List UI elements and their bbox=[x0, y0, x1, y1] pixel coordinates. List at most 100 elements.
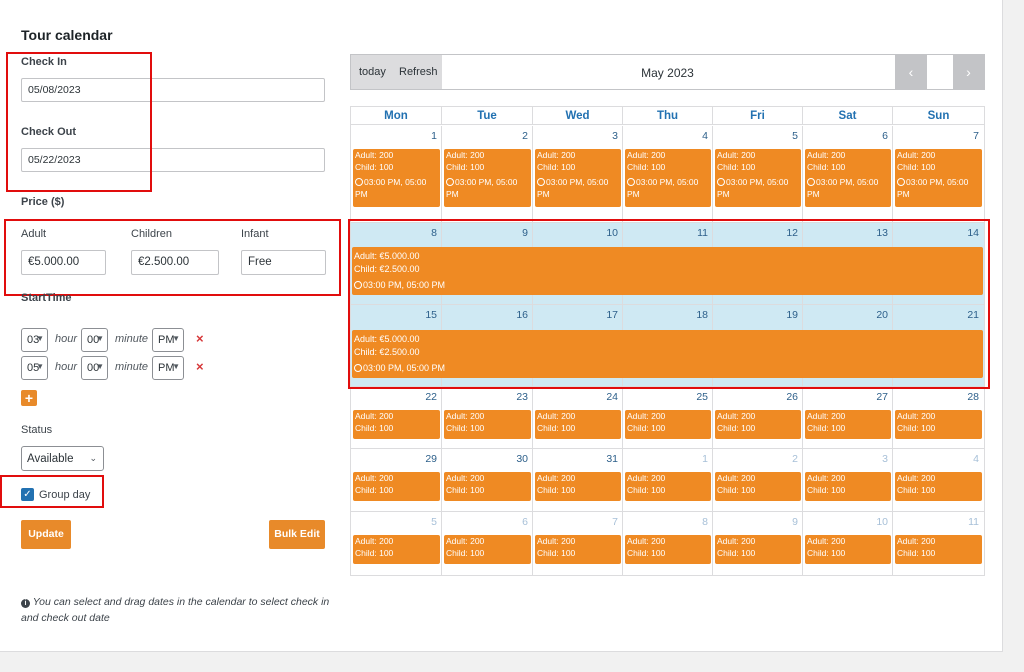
day-number[interactable]: 11 bbox=[623, 227, 708, 239]
check-out-field[interactable]: 05/22/2023 bbox=[21, 148, 325, 172]
children-price-field[interactable]: €2.500.00 bbox=[131, 250, 219, 275]
day-number[interactable]: 27 bbox=[803, 391, 888, 403]
day-number[interactable]: 7 bbox=[533, 516, 618, 528]
day-event[interactable]: Adult: 200 Child: 100 bbox=[895, 535, 982, 564]
day-event[interactable]: Adult: 200 Child: 100 bbox=[715, 535, 801, 564]
day-number[interactable]: 4 bbox=[893, 453, 979, 465]
day-number[interactable]: 7 bbox=[893, 130, 979, 142]
add-time-button[interactable]: + bbox=[21, 390, 37, 406]
day-number[interactable]: 25 bbox=[623, 391, 708, 403]
next-month-button[interactable]: › bbox=[953, 55, 984, 89]
day-number[interactable]: 4 bbox=[623, 130, 708, 142]
day-number[interactable]: 8 bbox=[623, 516, 708, 528]
day-event[interactable]: Adult: 200 Child: 100 03:00 PM, 05:00 PM bbox=[535, 149, 621, 207]
day-number[interactable]: 5 bbox=[351, 516, 437, 528]
day-event[interactable]: Adult: 200 Child: 100 bbox=[353, 535, 440, 564]
day-event[interactable]: Adult: 200 Child: 100 bbox=[895, 472, 982, 501]
event-time: 03:00 PM, 05:00 PM bbox=[807, 176, 891, 200]
day-number[interactable]: 23 bbox=[442, 391, 528, 403]
day-number[interactable]: 6 bbox=[442, 516, 528, 528]
day-event[interactable]: Adult: 200 Child: 100 bbox=[625, 472, 711, 501]
day-number[interactable]: 24 bbox=[533, 391, 618, 403]
check-in-field[interactable]: 05/08/2023 bbox=[21, 78, 325, 102]
day-number[interactable]: 1 bbox=[623, 453, 708, 465]
minute-select-1[interactable]: 00 ▼ bbox=[81, 328, 108, 352]
day-number[interactable]: 20 bbox=[803, 309, 888, 321]
day-number[interactable]: 28 bbox=[893, 391, 979, 403]
ampm-select-1[interactable]: PM ▼ bbox=[152, 328, 184, 352]
bulk-edit-button[interactable]: Bulk Edit bbox=[269, 520, 325, 549]
day-event[interactable]: Adult: 200 Child: 100 03:00 PM, 05:00 PM bbox=[715, 149, 801, 207]
remove-time-icon[interactable]: × bbox=[196, 359, 204, 374]
day-event[interactable]: Adult: 200 Child: 100 bbox=[625, 535, 711, 564]
group-event-bar[interactable]: Adult: €5.000.00 Child: €2.500.00 03:00 PM… bbox=[352, 330, 983, 378]
group-day-checkbox[interactable]: ✓ bbox=[21, 488, 34, 501]
day-number[interactable]: 18 bbox=[623, 309, 708, 321]
infant-price-field[interactable]: Free bbox=[241, 250, 326, 275]
update-button[interactable]: Update bbox=[21, 520, 71, 549]
adult-price-field[interactable]: €5.000.00 bbox=[21, 250, 106, 275]
day-number[interactable]: 9 bbox=[713, 516, 798, 528]
day-number[interactable]: 2 bbox=[713, 453, 798, 465]
day-event[interactable]: Adult: 200 Child: 100 bbox=[715, 472, 801, 501]
day-number[interactable]: 19 bbox=[713, 309, 798, 321]
day-event[interactable]: Adult: 200 Child: 100 bbox=[444, 472, 531, 501]
day-number[interactable]: 6 bbox=[803, 130, 888, 142]
day-number[interactable]: 11 bbox=[893, 516, 979, 528]
hour-select-1[interactable]: 03 ▼ bbox=[21, 328, 48, 352]
day-number[interactable]: 2 bbox=[442, 130, 528, 142]
day-event[interactable]: Adult: 200 Child: 100 bbox=[444, 535, 531, 564]
day-event[interactable]: Adult: 200 Child: 100 03:00 PM, 05:00 PM bbox=[444, 149, 531, 207]
day-number[interactable]: 3 bbox=[533, 130, 618, 142]
remove-time-icon[interactable]: × bbox=[196, 331, 204, 346]
event-child-price: Child: 100 bbox=[807, 423, 846, 433]
day-number[interactable]: 30 bbox=[442, 453, 528, 465]
day-event[interactable]: Adult: 200 Child: 100 bbox=[895, 410, 982, 439]
day-event[interactable]: Adult: 200 Child: 100 03:00 PM, 05:00 PM bbox=[895, 149, 982, 207]
day-number[interactable]: 10 bbox=[533, 227, 618, 239]
day-event[interactable]: Adult: 200 Child: 100 03:00 PM, 05:00 PM bbox=[353, 149, 440, 207]
day-event[interactable]: Adult: 200 Child: 100 bbox=[805, 472, 891, 501]
day-event[interactable]: Adult: 200 Child: 100 bbox=[715, 410, 801, 439]
day-number[interactable]: 3 bbox=[803, 453, 888, 465]
refresh-button[interactable]: Refresh bbox=[399, 66, 438, 78]
day-number[interactable]: 31 bbox=[533, 453, 618, 465]
group-event-bar[interactable]: Adult: €5.000.00 Child: €2.500.00 03:00 PM… bbox=[352, 247, 983, 295]
event-child-price: Child: 100 bbox=[807, 548, 846, 558]
prev-month-button[interactable]: ‹ bbox=[895, 55, 927, 89]
day-number[interactable]: 17 bbox=[533, 309, 618, 321]
day-number[interactable]: 12 bbox=[713, 227, 798, 239]
day-number[interactable]: 13 bbox=[803, 227, 888, 239]
day-number[interactable]: 9 bbox=[442, 227, 528, 239]
day-number[interactable]: 15 bbox=[351, 309, 437, 321]
day-event[interactable]: Adult: 200 Child: 100 bbox=[535, 472, 621, 501]
day-event[interactable]: Adult: 200 Child: 100 03:00 PM, 05:00 PM bbox=[625, 149, 711, 207]
day-number[interactable]: 26 bbox=[713, 391, 798, 403]
day-number[interactable]: 10 bbox=[803, 516, 888, 528]
ampm-select-2[interactable]: PM ▼ bbox=[152, 356, 184, 380]
day-number[interactable]: 29 bbox=[351, 453, 437, 465]
status-select[interactable]: Available ⌄ bbox=[21, 446, 104, 471]
day-number[interactable]: 22 bbox=[351, 391, 437, 403]
day-event[interactable]: Adult: 200 Child: 100 bbox=[805, 535, 891, 564]
today-button[interactable]: today bbox=[359, 66, 386, 78]
day-event[interactable]: Adult: 200 Child: 100 bbox=[625, 410, 711, 439]
day-event[interactable]: Adult: 200 Child: 100 bbox=[805, 410, 891, 439]
day-number[interactable]: 16 bbox=[442, 309, 528, 321]
day-event[interactable]: Adult: 200 Child: 100 bbox=[444, 410, 531, 439]
day-number[interactable]: 5 bbox=[713, 130, 798, 142]
minute-select-2[interactable]: 00 ▼ bbox=[81, 356, 108, 380]
day-event[interactable]: Adult: 200 Child: 100 03:00 PM, 05:00 PM bbox=[805, 149, 891, 207]
day-number[interactable]: 14 bbox=[893, 227, 979, 239]
day-event[interactable]: Adult: 200 Child: 100 bbox=[353, 472, 440, 501]
day-number[interactable]: 8 bbox=[351, 227, 437, 239]
day-event[interactable]: Adult: 200 Child: 100 bbox=[353, 410, 440, 439]
group-event-time: 03:00 PM, 05:00 PM bbox=[354, 362, 983, 375]
day-number[interactable]: 1 bbox=[351, 130, 437, 142]
hour-select-2[interactable]: 05 ▼ bbox=[21, 356, 48, 380]
day-number[interactable]: 21 bbox=[893, 309, 979, 321]
page-title: Tour calendar bbox=[21, 27, 113, 43]
day-event[interactable]: Adult: 200 Child: 100 bbox=[535, 535, 621, 564]
clock-icon bbox=[446, 178, 454, 186]
day-event[interactable]: Adult: 200 Child: 100 bbox=[535, 410, 621, 439]
